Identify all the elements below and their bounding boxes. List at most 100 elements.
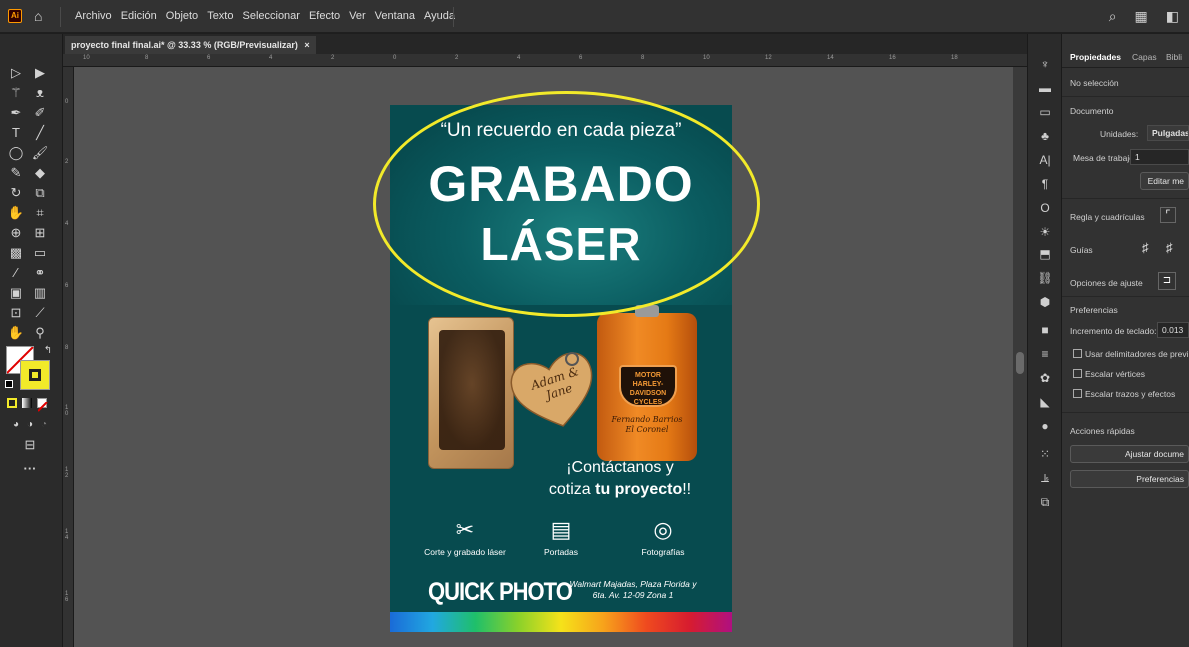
heart-keychain-image[interactable]: Adam & Jane (508, 349, 600, 431)
menu-ver[interactable]: Ver (349, 10, 366, 22)
slice-tool-icon[interactable]: ⟋ (30, 304, 50, 322)
blend-tool-icon[interactable]: ⚭ (30, 264, 50, 282)
tab-libraries[interactable]: Bibli (1166, 52, 1182, 62)
tab-layers[interactable]: Capas (1132, 52, 1157, 62)
magic-wand-tool-icon[interactable]: ⚚ (6, 84, 26, 102)
direct-selection-tool-icon[interactable]: ▷ (6, 64, 26, 82)
pen-tool-icon[interactable]: ✒ (6, 104, 26, 122)
ruler-toggle-icon[interactable]: ⌜ (1160, 207, 1176, 223)
character-panel-icon[interactable]: A| (1036, 152, 1054, 168)
line-tool-icon[interactable]: ╱ (30, 124, 50, 142)
vertical-scrollbar[interactable] (1013, 67, 1027, 647)
appearance-panel-icon[interactable]: ⬢ (1036, 294, 1054, 310)
service-laser[interactable]: ✂ Corte y grabado láser (410, 515, 520, 557)
align-panel-icon[interactable]: ⫡ (1036, 470, 1054, 486)
scale-strokes-checkbox[interactable] (1073, 389, 1082, 398)
store-address[interactable]: Walmart Majadas, Plaza Florida y 6ta. Av… (548, 579, 718, 601)
preview-bounds-checkbox[interactable] (1073, 349, 1082, 358)
engraved-wood-board-image[interactable] (428, 317, 514, 469)
document-tab[interactable]: proyecto final final.ai* @ 33.33 % (RGB/… (65, 36, 316, 54)
menu-efecto[interactable]: Efecto (309, 10, 340, 22)
libraries-panel-icon[interactable]: ▬ (1036, 80, 1054, 96)
arrange-documents-icon[interactable]: ◧ (1166, 8, 1179, 25)
guides-toggle-icon[interactable]: ♯ (1142, 240, 1149, 255)
artboard-input[interactable]: 1 (1130, 149, 1189, 165)
scrollbar-thumb[interactable] (1016, 352, 1024, 374)
type-tool-icon[interactable]: T (6, 124, 26, 142)
horizontal-ruler[interactable]: 10 8 6 4 2 0 2 4 6 8 10 12 14 16 18 (63, 54, 1027, 67)
search-icon[interactable]: ⌕ (1109, 8, 1117, 25)
none-mode-icon[interactable] (37, 398, 48, 412)
gradient-mode-icon[interactable] (22, 398, 32, 408)
menu-edicion[interactable]: Edición (121, 10, 157, 22)
symbol-sprayer-tool-icon[interactable]: ▣ (6, 284, 26, 302)
edit-artboards-button[interactable]: Editar me (1140, 172, 1189, 190)
ellipse-tool-icon[interactable]: ◯ (6, 144, 26, 162)
curvature-tool-icon[interactable]: ✐ (30, 104, 50, 122)
symbols-panel-icon[interactable]: ♆ (1036, 56, 1054, 72)
perspective-grid-tool-icon[interactable]: ⊞ (30, 224, 50, 242)
menu-ventana[interactable]: Ventana (375, 10, 415, 22)
scale-tool-icon[interactable]: ⧉ (30, 184, 50, 202)
swatches-panel-icon[interactable]: ■ (1036, 322, 1054, 338)
engraved-flask-image[interactable]: MOTOR HARLEY-DAVIDSON CYCLES Fernando Ba… (597, 305, 697, 461)
preferences-button[interactable]: Preferencias (1070, 470, 1189, 488)
color-guide-icon[interactable]: ☀ (1036, 224, 1054, 240)
column-graph-tool-icon[interactable]: ▥ (30, 284, 50, 302)
units-dropdown[interactable]: Pulgadas (1147, 125, 1189, 141)
opentype-panel-icon[interactable]: O (1036, 200, 1054, 216)
default-colors-icon[interactable] (5, 380, 13, 388)
transparency-panel-icon[interactable]: ◣ (1036, 394, 1054, 410)
draw-inside-icon[interactable]: ◔ (34, 416, 54, 434)
fill-swatch[interactable] (20, 360, 50, 390)
color-mode-icon[interactable] (7, 398, 17, 408)
swap-fill-stroke-icon[interactable]: ↰ (38, 342, 58, 360)
export-panel-icon[interactable]: ⬒ (1036, 246, 1054, 262)
close-tab-icon[interactable]: × (304, 40, 309, 50)
transform-panel-icon[interactable]: ⁙ (1036, 446, 1054, 462)
pathfinder-panel-icon[interactable]: ⧉ (1036, 494, 1054, 510)
hand-tool-icon[interactable]: ✋ (6, 324, 26, 342)
links-panel-icon[interactable]: ⛓ (1036, 270, 1054, 286)
menu-seleccionar[interactable]: Seleccionar (242, 10, 299, 22)
poster-cta-line1[interactable]: ¡Contáctanos y (508, 459, 732, 477)
shaper-tool-icon[interactable]: ✎ (6, 164, 26, 182)
service-photos[interactable]: ◎ Fotografías (608, 515, 718, 557)
menu-objeto[interactable]: Objeto (166, 10, 198, 22)
gradient-tool-icon[interactable]: ▭ (30, 244, 50, 262)
vertical-ruler[interactable]: 0 2 4 6 8 1 0 1 2 1 4 1 6 (63, 67, 74, 647)
artboard-tool-icon[interactable]: ⊡ (6, 304, 26, 322)
shape-builder-tool-icon[interactable]: ⊕ (6, 224, 26, 242)
lasso-tool-icon[interactable]: ᴥ (30, 84, 50, 102)
menu-ayuda[interactable]: Ayuda (424, 10, 455, 22)
scale-corners-checkbox[interactable] (1073, 369, 1082, 378)
free-transform-tool-icon[interactable]: ⌗ (30, 204, 50, 222)
tab-properties[interactable]: Propiedades (1070, 52, 1121, 62)
eraser-tool-icon[interactable]: ◆ (30, 164, 50, 182)
highlight-ellipse[interactable] (373, 91, 760, 317)
workspace-icon[interactable]: ▦ (1135, 8, 1148, 25)
rotate-tool-icon[interactable]: ↻ (6, 184, 26, 202)
puppet-warp-tool-icon[interactable]: ✋ (6, 204, 26, 222)
keyboard-increment-input[interactable]: 0.013 (1157, 322, 1189, 338)
menu-texto[interactable]: Texto (207, 10, 233, 22)
paragraph-panel-icon[interactable]: ¶ (1036, 176, 1054, 192)
club-symbol-icon[interactable]: ♣ (1036, 128, 1054, 144)
lock-guides-icon[interactable]: ♯ (1166, 240, 1173, 255)
stroke-panel-icon[interactable]: ≡ (1036, 346, 1054, 362)
poster-cta-line2[interactable]: cotiza tu proyecto!! (508, 481, 732, 499)
edit-toolbar-icon[interactable]: ··· (20, 460, 40, 478)
artboards-panel-icon[interactable]: ▭ (1036, 104, 1054, 120)
fit-document-button[interactable]: Ajustar docume (1070, 445, 1189, 463)
snap-to-point-icon[interactable]: ⊐ (1158, 272, 1176, 290)
home-icon[interactable]: ⌂ (34, 8, 42, 24)
selection-tool-icon[interactable]: ▶ (30, 64, 50, 82)
brushes-panel-icon[interactable]: ✿ (1036, 370, 1054, 386)
graphic-styles-icon[interactable]: ● (1036, 418, 1054, 434)
screen-mode-icon[interactable]: ⊟ (20, 436, 40, 454)
menu-archivo[interactable]: Archivo (75, 10, 112, 22)
service-covers[interactable]: ▤ Portadas (506, 515, 616, 557)
eyedropper-tool-icon[interactable]: ⁄ (6, 264, 26, 282)
mesh-tool-icon[interactable]: ▩ (6, 244, 26, 262)
paintbrush-tool-icon[interactable]: 🖌 (30, 144, 50, 162)
